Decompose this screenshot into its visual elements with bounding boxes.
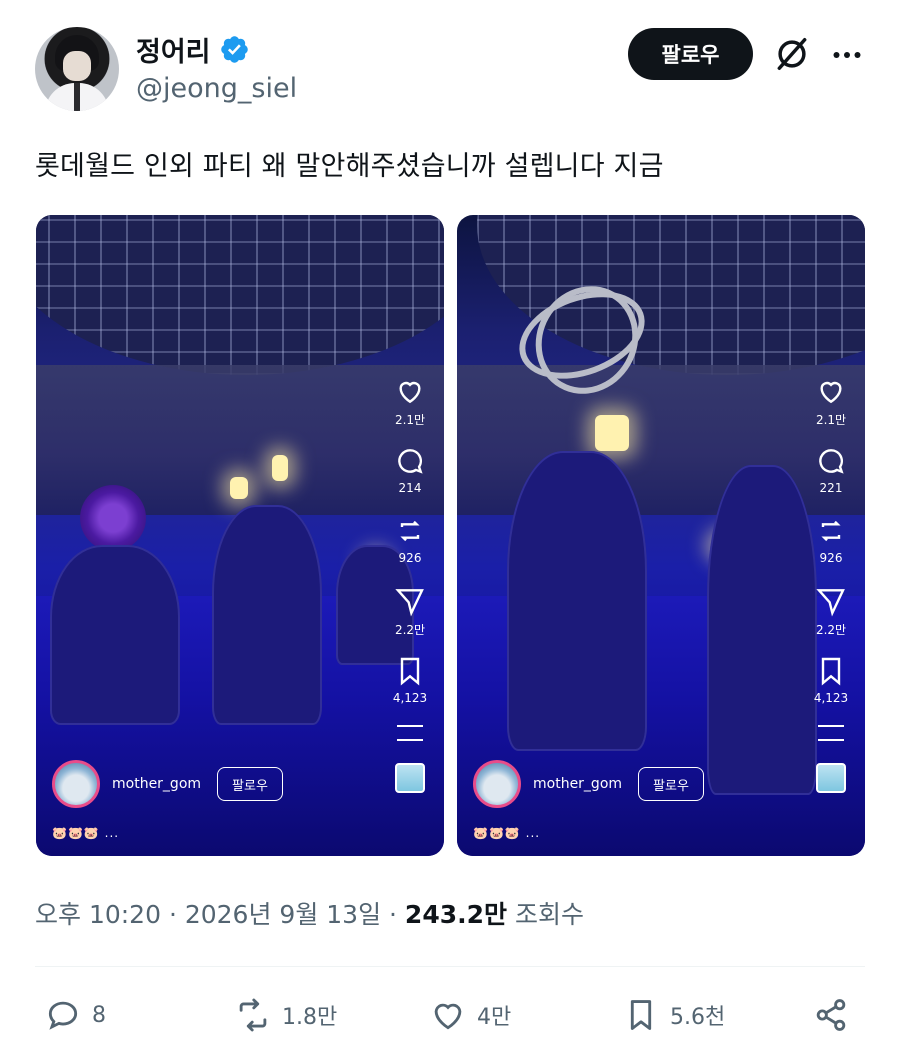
heart-icon <box>820 381 842 404</box>
repost-icon <box>400 520 420 542</box>
reel-caption: 🐷🐷🐷 ... <box>52 826 120 840</box>
views-label: 조회수 <box>514 900 584 929</box>
display-name[interactable]: 정어리 <box>136 30 211 69</box>
reply-icon <box>48 1001 78 1030</box>
repost-icon <box>821 520 841 542</box>
reel-user-row: mother_gom 팔로우 <box>473 760 704 808</box>
heart-icon <box>434 1003 462 1030</box>
reel-avatar <box>473 760 521 808</box>
bookmark-icon <box>630 1000 652 1030</box>
repost-button[interactable]: 1.8만 <box>234 996 337 1034</box>
reply-button[interactable]: 8 <box>44 996 106 1034</box>
like-count: 4만 <box>477 1005 512 1030</box>
reel-saves: 4,123 <box>813 691 849 705</box>
grok-icon[interactable] <box>773 35 811 73</box>
audio-thumbnail <box>395 763 425 793</box>
media-image-1[interactable]: 2.1만 214 926 2.2만 4,123 mother_gom 팔로우 🐷… <box>36 215 444 856</box>
author-handle[interactable]: @jeong_siel <box>136 73 297 104</box>
send-icon <box>395 589 424 617</box>
views-count: 243.2만 <box>404 900 507 929</box>
tweet-time[interactable]: 오후 10:20 <box>35 900 161 929</box>
menu-icon <box>397 725 423 741</box>
verified-badge-icon <box>220 36 248 63</box>
comment-icon <box>819 449 844 474</box>
reel-username: mother_gom <box>112 776 202 792</box>
reel-follow-label: 팔로우 <box>217 767 283 801</box>
reel-follow-label: 팔로우 <box>638 767 704 801</box>
divider <box>35 966 865 967</box>
tweet-text: 롯데월드 인외 파티 왜 말안해주셨습니까 설렙니다 지금 <box>35 151 664 182</box>
reel-saves: 4,123 <box>392 691 428 705</box>
send-icon <box>816 589 845 617</box>
heart-icon <box>399 381 421 404</box>
comment-icon <box>398 449 423 474</box>
share-button[interactable] <box>812 996 850 1034</box>
repost-count: 1.8만 <box>282 1005 338 1030</box>
meta-separator: · <box>161 900 185 929</box>
like-button[interactable]: 4만 <box>429 996 511 1034</box>
reel-shares: 2.2만 <box>394 623 426 637</box>
bookmark-button[interactable]: 5.6천 <box>622 996 725 1034</box>
share-icon <box>816 999 846 1031</box>
reel-comments: 221 <box>819 481 843 495</box>
reel-likes: 2.1만 <box>394 413 426 427</box>
reel-shares: 2.2만 <box>815 623 847 637</box>
more-options-icon[interactable] <box>829 37 865 73</box>
bookmark-icon <box>400 657 420 686</box>
reel-caption: 🐷🐷🐷 ... <box>473 826 541 840</box>
author-name-row: 정어리 <box>136 30 250 69</box>
reel-side-actions: 2.1만 221 926 2.2만 4,123 <box>805 375 857 793</box>
reel-likes: 2.1만 <box>815 413 847 427</box>
menu-icon <box>818 725 844 741</box>
reel-side-actions: 2.1만 214 926 2.2만 4,123 <box>384 375 436 793</box>
avatar[interactable] <box>35 27 119 111</box>
bookmark-icon <box>821 657 841 686</box>
reel-user-row: mother_gom 팔로우 <box>52 760 283 808</box>
meta-separator: · <box>381 900 405 929</box>
repost-icon <box>239 998 267 1032</box>
reel-username: mother_gom <box>533 776 623 792</box>
tweet-actions: 8 1.8만 4만 5.6천 <box>44 996 864 1040</box>
audio-thumbnail <box>816 763 846 793</box>
media-image-2[interactable]: 2.1만 221 926 2.2만 4,123 mother_gom 팔로우 🐷… <box>457 215 865 856</box>
tweet-header: 정어리 @jeong_siel 팔로우 <box>35 24 865 116</box>
reply-count: 8 <box>92 1002 106 1028</box>
tweet-date[interactable]: 2026년 9월 13일 <box>185 900 381 929</box>
reel-reposts: 926 <box>398 551 422 565</box>
tweet-meta: 오후 10:20 · 2026년 9월 13일 · 243.2만 조회수 <box>35 895 584 931</box>
reel-avatar <box>52 760 100 808</box>
follow-button[interactable]: 팔로우 <box>628 28 753 80</box>
reel-comments: 214 <box>398 481 422 495</box>
bookmark-count: 5.6천 <box>670 1005 726 1030</box>
reel-reposts: 926 <box>819 551 843 565</box>
